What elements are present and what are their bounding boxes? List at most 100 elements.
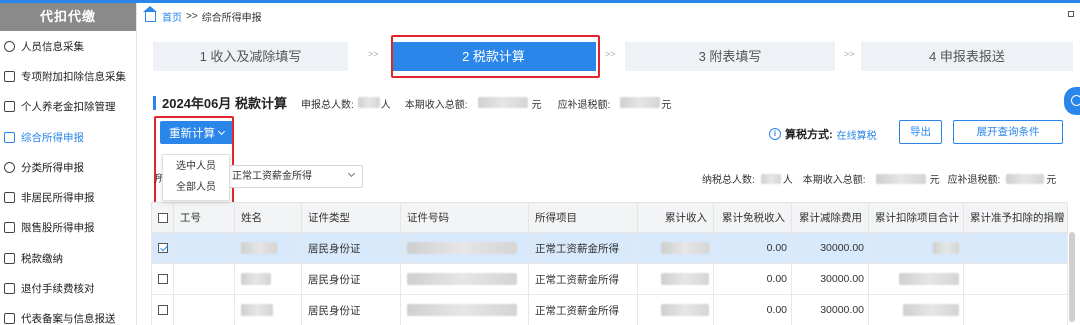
summary-line: 2024年06月 税款计算 申报总人数: 人 本期收入总额: 元 应补退税额: … — [153, 93, 671, 112]
cell-id-number — [400, 263, 529, 295]
cell-deduction: 30000.00 — [791, 232, 869, 264]
sidebar-item-refund-fee[interactable]: 退付手续费核对 — [0, 273, 136, 303]
cell-id-number — [400, 294, 529, 325]
cell-name — [234, 232, 302, 264]
recalculate-dropdown: 选中人员 全部人员 — [162, 154, 230, 201]
row-checkbox-cell[interactable] — [151, 294, 174, 325]
column-header[interactable]: 累计收入 — [637, 202, 714, 233]
pie-icon — [4, 161, 15, 173]
refund-label: 应补退税额: — [557, 100, 611, 111]
column-header[interactable]: 姓名 — [234, 202, 302, 233]
sidebar-item-restricted-stock[interactable]: 限售股所得申报 — [0, 213, 136, 243]
export-button[interactable]: 导出 — [899, 120, 942, 144]
cell-employee-id — [173, 294, 235, 325]
column-header[interactable]: 累计免税收入 — [713, 202, 792, 233]
restore-window-icon[interactable] — [1068, 11, 1074, 17]
sidebar-item-tax-payment[interactable]: 税款缴纳 — [0, 243, 136, 273]
filter-totals: 纳税总人数: 人 本期收入总额: 元 应补退税额: 元 — [702, 173, 1057, 186]
column-header[interactable]: 证件类型 — [301, 202, 401, 233]
dropdown-item-all-people[interactable]: 全部人员 — [163, 179, 229, 197]
sidebar-header[interactable]: 代扣代缴 — [0, 3, 136, 31]
redacted-value — [241, 304, 273, 317]
row-checkbox[interactable] — [158, 305, 168, 316]
sidebar-item-filing-report[interactable]: 代表备案与信息报送 — [0, 304, 136, 325]
cell-id-type: 居民身份证 — [301, 294, 401, 325]
cell-id-type: 居民身份证 — [301, 263, 401, 295]
main-panel: 首页 >> 综合所得申报 1 收入及减除填写 >> 2 税款计算 >> 3 附表… — [137, 3, 1080, 325]
select-all-cell[interactable] — [151, 202, 174, 233]
assistant-icon — [1071, 95, 1080, 106]
report-icon — [4, 313, 15, 325]
breadcrumb: 首页 >> 综合所得申报 — [143, 5, 262, 24]
cell-income — [637, 294, 714, 325]
cell-income — [637, 232, 714, 264]
table-scrollbar[interactable] — [1069, 232, 1075, 322]
sidebar-item-special-deduction[interactable]: 专项附加扣除信息采集 — [0, 61, 136, 91]
step-schedule-entry[interactable]: 3 附表填写 — [625, 42, 835, 71]
sidebar-item-classified[interactable]: 分类所得申报 — [0, 152, 136, 182]
cell-income-item: 正常工资薪金所得 — [528, 232, 638, 264]
cell-tax-free: 0.00 — [713, 263, 792, 295]
cell-income — [637, 263, 714, 295]
row-checkbox[interactable] — [158, 243, 168, 254]
sidebar-item-pension[interactable]: 个人养老金扣除管理 — [0, 92, 136, 122]
cell-id-type: 居民身份证 — [301, 232, 401, 264]
step-report-submit[interactable]: 4 申报表报送 — [861, 42, 1073, 71]
table-row[interactable]: 居民身份证 正常工资薪金所得 0.00 30000.00 — [151, 232, 1068, 264]
cell-income-item: 正常工资薪金所得 — [528, 294, 638, 325]
redacted-value — [933, 242, 959, 255]
column-header[interactable]: 证件号码 — [400, 202, 529, 233]
cell-name — [234, 294, 302, 325]
dropdown-item-selected-people[interactable]: 选中人员 — [163, 158, 229, 176]
cell-name — [234, 263, 302, 295]
table-row[interactable]: 居民身份证 正常工资薪金所得 0.00 30000.00 — [151, 263, 1068, 295]
redacted-value — [875, 173, 926, 184]
redacted-value — [407, 242, 517, 255]
cell-employee-id — [173, 232, 235, 264]
payment-icon — [4, 252, 15, 264]
tax-method-value: 在线算税 — [836, 130, 877, 142]
cell-id-number — [400, 232, 529, 264]
row-checkbox-cell[interactable] — [151, 232, 174, 264]
row-checkbox[interactable] — [158, 274, 168, 285]
breadcrumb-separator: >> — [186, 11, 198, 22]
layers-icon — [4, 131, 15, 143]
income-total-label: 本期收入总额: — [404, 100, 468, 111]
cell-donation — [963, 294, 1068, 325]
home-icon[interactable] — [143, 5, 157, 22]
sidebar-item-nonresident[interactable]: 非居民所得申报 — [0, 182, 136, 212]
step-separator: >> — [844, 49, 855, 59]
redacted-value — [661, 273, 709, 286]
column-header[interactable]: 工号 — [173, 202, 235, 233]
redacted-value — [760, 173, 781, 184]
people-count-label: 申报总人数: — [301, 100, 354, 111]
column-header[interactable]: 累计准予扣除的捐赠 — [963, 202, 1068, 233]
row-checkbox-cell[interactable] — [151, 263, 174, 295]
step-income-entry[interactable]: 1 收入及减除填写 — [153, 42, 348, 71]
column-header[interactable]: 累计扣除项目合计 — [868, 202, 964, 233]
breadcrumb-home-link[interactable]: 首页 — [162, 9, 182, 24]
redacted-value — [241, 242, 277, 255]
chevron-down-icon — [347, 169, 356, 178]
cell-deduction-total — [868, 232, 964, 264]
column-header[interactable]: 累计减除费用 — [791, 202, 869, 233]
document-icon — [4, 192, 15, 204]
redacted-value — [357, 97, 380, 108]
income-item-select[interactable]: 正常工资薪金所得 — [227, 165, 363, 188]
column-header[interactable]: 所得项目 — [528, 202, 638, 233]
list-icon — [4, 70, 15, 82]
redacted-value — [899, 273, 959, 286]
table-row[interactable]: 居民身份证 正常工资薪金所得 0.00 30000.00 — [151, 294, 1068, 325]
user-icon — [4, 40, 15, 52]
cell-donation — [963, 263, 1068, 295]
sidebar-item-comprehensive[interactable]: 综合所得申报 — [0, 122, 136, 152]
cell-deduction: 30000.00 — [791, 294, 869, 325]
cell-tax-free: 0.00 — [713, 232, 792, 264]
step-separator: >> — [605, 49, 616, 59]
sidebar: 代扣代缴 人员信息采集 专项附加扣除信息采集 个人养老金扣除管理 综合所得申报 … — [0, 3, 137, 325]
floating-assistant-button[interactable] — [1064, 87, 1080, 115]
sidebar-item-personnel[interactable]: 人员信息采集 — [0, 31, 136, 61]
select-all-checkbox[interactable] — [158, 212, 168, 223]
expand-query-button[interactable]: 展开查询条件 — [953, 120, 1063, 144]
redacted-value — [407, 273, 517, 286]
